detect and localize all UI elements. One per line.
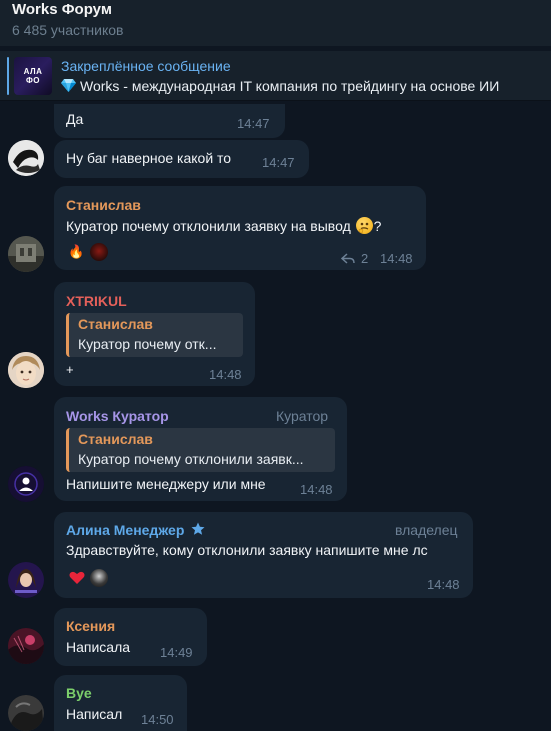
reply-quote[interactable]: Станислав Куратор почему отклонили заявк… <box>66 428 335 472</box>
reply-text: Куратор почему отклонили заявк... <box>78 451 304 467</box>
avatar-image <box>8 466 44 502</box>
sender-name[interactable]: XTRIKUL <box>66 293 127 309</box>
reactor-avatar <box>90 243 108 261</box>
message-time: 14:48 <box>300 482 333 497</box>
reactions-row[interactable]: 🔥 <box>66 242 114 264</box>
pinned-thumbnail: АЛА ФО <box>14 57 52 95</box>
sender-name[interactable]: Works Куратор <box>66 408 169 424</box>
message-bubble[interactable]: XTRIKUL Станислав Куратор почему отк... … <box>54 282 255 386</box>
message-bubble[interactable]: Bye Написал 14:50 <box>54 675 187 731</box>
thinking-emoji-icon <box>355 217 373 234</box>
message-bubble[interactable]: Ну баг наверное какой то 14:47 <box>54 140 309 178</box>
chat-header[interactable]: Works Форум 6 485 участников <box>0 0 551 46</box>
avatar[interactable] <box>8 562 44 598</box>
message-bubble[interactable]: Станислав Куратор почему отклонили заявк… <box>54 186 426 270</box>
sender-name[interactable]: Bye <box>66 685 92 701</box>
message-time: 14:49 <box>160 645 193 660</box>
message-bubble[interactable]: Ксения Написала 14:49 <box>54 608 207 666</box>
sender-name[interactable]: Алина Менеджер <box>66 522 205 538</box>
message-bubble[interactable]: Алина Менеджер владелец Здравствуйте, ко… <box>54 512 473 598</box>
reply-sender: Станислав <box>78 316 153 332</box>
fire-reaction-icon[interactable]: 🔥 <box>68 244 84 260</box>
avatar-image <box>8 562 44 598</box>
message-time: 14:50 <box>141 712 174 727</box>
message-text: Написал <box>66 706 123 722</box>
message-text-start: Куратор почему отклонили заявку на вывод <box>66 218 355 234</box>
sender-role: Куратор <box>276 408 329 424</box>
reply-quote[interactable]: Станислав Куратор почему отк... <box>66 313 243 357</box>
star-icon <box>191 522 205 535</box>
message-bubble[interactable]: Works Куратор Куратор Станислав Куратор … <box>54 397 347 501</box>
heart-reaction-icon[interactable] <box>69 571 85 585</box>
message-time: 14:48 <box>209 367 242 382</box>
message-text-end: ? <box>373 218 382 234</box>
avatar-image <box>8 140 44 176</box>
pinned-label: Закреплённое сообщение <box>61 58 231 74</box>
message-text: Написала <box>66 639 131 655</box>
reactor-avatar <box>90 569 108 587</box>
pinned-text-content: Works - международная IT компания по тре… <box>80 78 500 94</box>
avatar-image <box>8 695 44 731</box>
avatar[interactable] <box>8 352 44 388</box>
avatar[interactable] <box>8 466 44 502</box>
avatar[interactable] <box>8 140 44 176</box>
message-text: Да <box>66 111 84 127</box>
avatar[interactable] <box>8 236 44 272</box>
message-time: 14:47 <box>237 116 270 131</box>
reply-sender: Станислав <box>78 431 153 447</box>
sender-name[interactable]: Ксения <box>66 618 115 634</box>
avatar[interactable] <box>8 695 44 731</box>
message-text: Ну баг наверное какой то <box>66 150 232 166</box>
reactions-row[interactable] <box>66 567 114 589</box>
message-bubble[interactable]: Да 14:47 <box>54 104 285 138</box>
message-time: 14:48 <box>427 577 460 592</box>
reply-count-value: 2 <box>361 251 369 266</box>
avatar[interactable] <box>8 628 44 664</box>
message-text: + <box>66 362 74 377</box>
message-text: Здравствуйте, кому отклонили заявку напи… <box>66 542 428 558</box>
pinned-message-bar[interactable]: АЛА ФО Закреплённое сообщение Works - ме… <box>0 51 551 101</box>
pinned-thumbnail-logo: АЛА ФО <box>23 67 43 85</box>
message-time: 14:48 <box>380 251 413 266</box>
avatar-image <box>8 236 44 272</box>
sender-role: владелец <box>395 522 458 538</box>
message-text: Куратор почему отклонили заявку на вывод… <box>66 217 381 234</box>
chat-title: Works Форум <box>12 1 112 18</box>
avatar-image <box>8 352 44 388</box>
reply-arrow-icon <box>341 253 355 264</box>
message-time: 14:47 <box>262 155 295 170</box>
reply-text: Куратор почему отк... <box>78 336 217 352</box>
avatar-image <box>8 628 44 664</box>
pinned-indicator <box>7 57 9 95</box>
pinned-text: Works - международная IT компания по тре… <box>61 78 499 94</box>
sender-name-text: Алина Менеджер <box>66 522 185 538</box>
gem-icon <box>61 79 76 92</box>
message-text: Напишите менеджеру или мне <box>66 476 266 492</box>
sender-name[interactable]: Станислав <box>66 197 141 213</box>
member-count: 6 485 участников <box>12 22 124 38</box>
